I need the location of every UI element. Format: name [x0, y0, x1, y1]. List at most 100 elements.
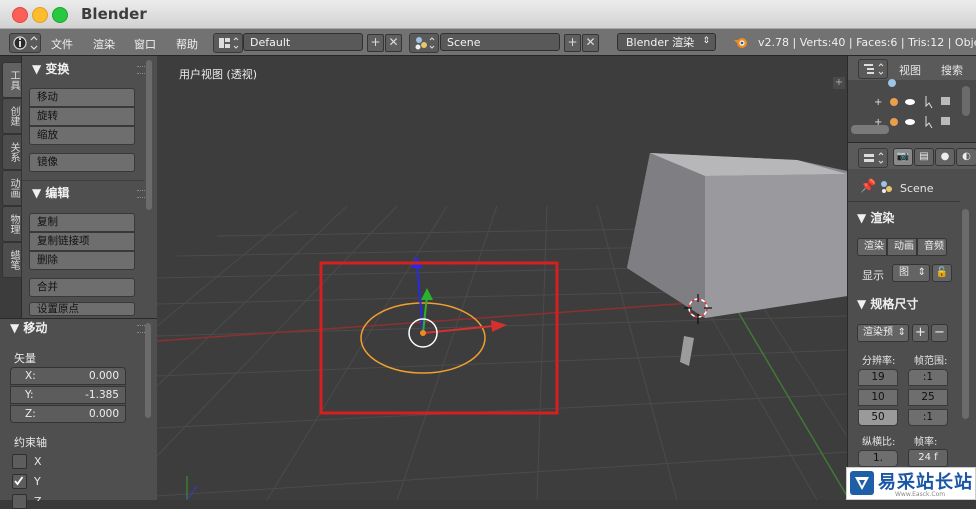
tab-physics[interactable]: 物理 [2, 206, 22, 242]
operator-panel-header[interactable]: ▼ 移动 [10, 319, 47, 336]
join-button[interactable]: 合并 [29, 278, 135, 297]
outliner-h-scrollbar[interactable] [851, 125, 889, 134]
scene-name-field[interactable]: Scene [440, 33, 560, 51]
constraint-z-checkbox[interactable] [12, 494, 27, 509]
duplicate-button[interactable]: 复制 [29, 213, 135, 232]
lamp-icon [890, 98, 898, 106]
screen-layout-field[interactable]: Default [243, 33, 363, 51]
menu-window[interactable]: 窗口 [134, 36, 156, 52]
menu-help[interactable]: 帮助 [176, 36, 198, 52]
world-context-tab[interactable]: ◐ [956, 148, 976, 166]
add-preset-icon[interactable]: + [912, 324, 929, 342]
edit-panel-header[interactable]: ▼ 编辑 [32, 184, 69, 201]
camera-object[interactable] [680, 336, 694, 366]
vector-z-label: Z: [25, 408, 36, 420]
mirror-button[interactable]: 镜像 [29, 153, 135, 172]
frame-step-field[interactable]: :1 [908, 409, 948, 426]
display-selector[interactable]: 图 ⇕ [892, 264, 930, 282]
blender-logo-icon [734, 38, 747, 48]
world-icon: ◐ [962, 151, 971, 162]
tab-relations[interactable]: 关系 [2, 134, 22, 170]
remove-layout-icon[interactable]: ✕ [385, 34, 402, 52]
vector-x-value: 0.000 [88, 370, 119, 382]
viewport-expand-icon[interactable]: + [833, 77, 845, 89]
render-engine-selector[interactable]: Blender 渲染 ⇕ [617, 33, 716, 51]
frame-start-field[interactable]: :1 [908, 369, 948, 386]
collapse-triangle-icon: ▼ [32, 186, 46, 200]
resolution-percent-field[interactable]: 50 [858, 409, 898, 426]
panel-divider [848, 201, 960, 202]
collapse-triangle-icon: ▼ [857, 297, 871, 311]
frame-end-field[interactable]: 25 [908, 389, 948, 406]
3d-viewport[interactable]: 用户视图 (透视) + [157, 56, 847, 500]
tab-tools[interactable]: 工具 [2, 62, 22, 98]
duplicate-linked-button[interactable]: 复制链接项 [29, 232, 135, 251]
vector-z-field[interactable]: Z: 0.000 [10, 405, 126, 423]
scene-context-tab[interactable]: ● [935, 148, 955, 166]
chevron-updown-icon: ⇕ [702, 36, 710, 46]
remove-preset-icon[interactable]: − [931, 324, 948, 342]
add-scene-icon[interactable]: + [564, 34, 581, 52]
cube-object[interactable] [627, 153, 847, 318]
minimize-window-button[interactable] [32, 7, 48, 23]
outliner-search-menu[interactable]: 搜索 [941, 62, 963, 78]
scene-selector[interactable] [409, 33, 439, 53]
delete-button[interactable]: 删除 [29, 251, 135, 270]
maximize-window-button[interactable] [52, 7, 68, 23]
render-image-button[interactable]: 渲染 [857, 238, 887, 256]
menu-file[interactable]: 文件 [51, 36, 73, 52]
dimensions-panel-header[interactable]: ▼ 规格尺寸 [857, 295, 918, 312]
render-layers-tab[interactable]: ▤ [914, 148, 934, 166]
scene-data-icon [881, 181, 892, 193]
frame-range-label: 帧范围: [914, 356, 948, 367]
constraint-x-checkbox[interactable] [12, 454, 27, 469]
translate-button[interactable]: 移动 [29, 88, 135, 107]
watermark-subtext: Www.Easck.Com [895, 491, 946, 498]
tool-shelf: ▼ 变换 移动 旋转 缩放 镜像 ▼ 编辑 复制 复制链接项 删除 合并 设置原… [22, 56, 157, 318]
watermark: 易采站长站 Www.Easck.Com [846, 467, 976, 500]
resolution-x-field[interactable]: 19 [858, 369, 898, 386]
menu-render[interactable]: 渲染 [93, 36, 115, 52]
outliner-view-menu[interactable]: 视图 [899, 62, 921, 78]
tab-create[interactable]: 创建 [2, 98, 22, 134]
collapse-triangle-icon: ▼ [32, 62, 46, 76]
properties-editor-type-button[interactable] [858, 148, 888, 168]
outliner-v-scrollbar[interactable] [962, 86, 970, 116]
render-context-tab[interactable]: 📷 [893, 148, 913, 166]
dimensions-panel-title: 规格尺寸 [870, 297, 919, 311]
aspect-x-field[interactable]: 1. [858, 450, 898, 467]
tab-animation[interactable]: 动画 [2, 170, 22, 206]
lock-interface-button[interactable]: 🔓 [932, 264, 952, 282]
editor-type-button[interactable] [9, 33, 41, 53]
add-layout-icon[interactable]: + [367, 34, 384, 52]
vector-y-field[interactable]: Y: -1.385 [10, 386, 126, 404]
constraint-x-label: X [34, 455, 42, 468]
set-origin-button[interactable]: 设置原点 [29, 302, 135, 316]
selected-object-outline[interactable] [360, 302, 486, 374]
render-audio-button[interactable]: 音频 [917, 238, 947, 256]
remove-scene-icon[interactable]: ✕ [582, 34, 599, 52]
properties-editor: 📷 ▤ ● ◐ 📌 Scene ▼ 渲染 渲染 动画 音频 显示 图 ⇕ 🔓 ▼ … [847, 142, 976, 500]
transform-manipulator[interactable] [408, 256, 507, 348]
render-panel-header[interactable]: ▼ 渲染 [857, 209, 894, 226]
toolshelf-scrollbar[interactable] [146, 60, 152, 210]
close-window-button[interactable] [12, 7, 28, 23]
render-preset-selector[interactable]: 渲染预 ⇕ [857, 324, 909, 342]
scale-button[interactable]: 缩放 [29, 126, 135, 145]
properties-scrollbar[interactable] [962, 209, 969, 419]
highlight-box [319, 261, 559, 415]
outliner-editor-type-button[interactable] [858, 59, 888, 79]
resolution-y-field[interactable]: 10 [858, 389, 898, 406]
render-animation-button[interactable]: 动画 [887, 238, 917, 256]
pin-icon[interactable]: 📌 [860, 179, 876, 194]
vector-x-field[interactable]: X: 0.000 [10, 367, 126, 385]
outliner-tree[interactable]: + + [866, 78, 976, 128]
tab-grease-pencil[interactable]: 蜡笔 [2, 242, 22, 278]
constraint-y-checkbox[interactable] [12, 474, 27, 489]
scene-icon: ● [940, 151, 950, 162]
screen-layout-selector[interactable] [213, 33, 243, 53]
rotate-button[interactable]: 旋转 [29, 107, 135, 126]
operator-scrollbar[interactable] [145, 323, 151, 418]
transform-panel-header[interactable]: ▼ 变换 [32, 60, 69, 77]
frame-rate-selector[interactable]: 24 f [908, 449, 948, 467]
